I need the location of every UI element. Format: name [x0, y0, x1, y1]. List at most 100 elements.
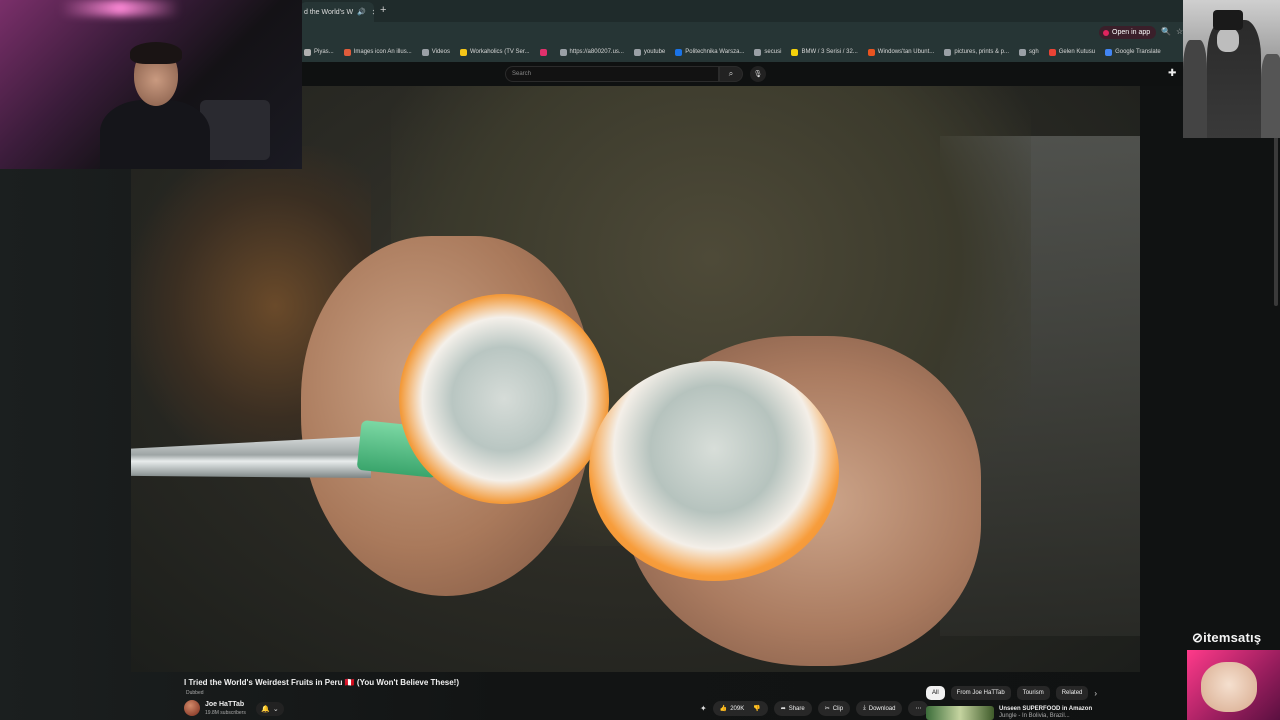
create-icon[interactable]: ✚	[1168, 68, 1176, 79]
bookmark-favicon-icon	[459, 48, 467, 56]
chevron-down-icon: ⌄	[272, 706, 279, 713]
bookmark-favicon-icon	[539, 48, 547, 56]
search-icon: ⌕	[728, 69, 734, 78]
sparkle-icon[interactable]: ✦	[700, 704, 707, 713]
bookmark-label: BMW / 3 Serisi / 32...	[801, 49, 858, 55]
bookmark-item[interactable]: secusi	[754, 48, 782, 56]
bookmark-item[interactable]: BMW / 3 Serisi / 32...	[791, 48, 858, 56]
search-input[interactable]: Search	[505, 66, 719, 82]
search-button[interactable]: ⌕	[719, 66, 743, 82]
bookmark-favicon-icon	[304, 48, 311, 56]
historical-photo-overlay	[1183, 0, 1280, 138]
chip-all[interactable]: All	[926, 686, 945, 700]
bookmark-label: pictures, prints & p...	[954, 49, 1010, 55]
photo-face	[1217, 28, 1239, 52]
related-chips: All From Joe HaTTab Tourism Related ›	[926, 686, 1097, 700]
bookmark-item[interactable]: Politechnika Warsza...	[675, 48, 745, 56]
bookmark-favicon-icon	[633, 48, 641, 56]
photo-person	[1261, 54, 1280, 138]
bookmark-favicon-icon	[421, 48, 429, 56]
bookmark-item[interactable]: Gelen Kutusu	[1048, 48, 1096, 56]
speaker-icon: 🔊	[357, 9, 366, 16]
recommended-title: Unseen SUPERFOOD in Amazon	[999, 706, 1093, 712]
bookmark-label: youtube	[643, 49, 666, 55]
subscribed-bell-button[interactable]: 🔔 ⌄	[256, 702, 284, 716]
bookmark-favicon-icon	[1048, 48, 1056, 56]
bookmark-item[interactable]: pictures, prints & p...	[944, 48, 1010, 56]
clip-label: Clip	[832, 705, 844, 712]
bookmark-label: Politechnika Warsza...	[685, 49, 745, 55]
photo-hat	[1213, 10, 1243, 30]
bookmark-item[interactable]: sgh	[1019, 48, 1039, 56]
bookmark-label: secusi	[764, 49, 782, 55]
mic-icon: 🎙	[753, 71, 763, 78]
screen: d the World's W 🔊 ✕ + Open in app 🔍 ☆ Pi…	[0, 0, 1280, 720]
bookmark-item[interactable]: https://a800207.us...	[559, 48, 624, 56]
like-button[interactable]: 👍 209K 👎	[712, 701, 768, 716]
bookmark-label: Images icon An illus...	[353, 49, 412, 55]
chip-tourism[interactable]: Tourism	[1016, 686, 1050, 700]
sponsor-logo: ⊘itemsatış	[1192, 630, 1261, 646]
bookmark-favicon-icon	[944, 48, 952, 56]
bookmark-favicon-icon	[675, 48, 683, 56]
close-tab-icon[interactable]: ✕	[372, 8, 374, 17]
cat-overlay	[1187, 650, 1280, 720]
bookmark-favicon-icon	[343, 48, 351, 56]
bookmark-item[interactable]: Images icon An illus...	[343, 48, 412, 56]
bookmark-item[interactable]: youtube	[633, 48, 666, 56]
download-icon: ⤓	[863, 705, 866, 711]
channel-avatar[interactable]	[184, 700, 200, 716]
bookmark-favicon-icon	[559, 48, 567, 56]
sponsor-logo-text: itemsatış	[1203, 630, 1262, 645]
bookmark-favicon-icon	[791, 48, 799, 56]
bell-icon: 🔔	[261, 706, 270, 713]
recommended-video[interactable]: Unseen SUPERFOOD in Amazon Jungle - In B…	[926, 706, 1092, 720]
bookmark-item[interactable]	[539, 48, 550, 56]
voice-search-button[interactable]: 🎙	[750, 66, 766, 82]
bookmark-item[interactable]: Workaholics (TV Ser...	[459, 48, 530, 56]
streamer-body	[100, 100, 210, 169]
recommended-thumbnail[interactable]	[926, 706, 994, 720]
bookmark-item[interactable]: Piyas...	[304, 48, 334, 56]
bookmark-label: Windows'tan Ubunt...	[877, 49, 935, 55]
bookmark-item[interactable]: Google Translate	[1105, 48, 1161, 56]
download-label: Download	[868, 705, 896, 712]
more-icon: ⋯	[915, 706, 922, 712]
clip-button[interactable]: ✂ Clip	[817, 701, 851, 716]
thumbs-down-icon[interactable]: 👎	[753, 705, 760, 712]
bookmark-favicon-icon	[754, 48, 762, 56]
led-light	[60, 0, 180, 16]
recommended-title-line2: Jungle - In Bolivia, Brazil...	[999, 713, 1070, 719]
webcam-overlay	[0, 0, 302, 169]
chip-from-channel[interactable]: From Joe HaTTab	[950, 686, 1011, 700]
video-player[interactable]	[131, 86, 1140, 672]
bookmark-label: Google Translate	[1115, 49, 1161, 55]
download-button[interactable]: ⤓ Download	[856, 701, 903, 716]
share-button[interactable]: ➦ Share	[773, 701, 812, 716]
bookmark-favicon-icon	[867, 48, 875, 56]
cat-face	[1201, 662, 1257, 712]
open-in-app-label: Open in app	[1112, 29, 1151, 36]
channel-name[interactable]: Joe HaTTab	[205, 701, 244, 708]
bookmark-item[interactable]: Videos	[421, 48, 450, 56]
zoom-icon[interactable]: 🔍	[1161, 27, 1171, 36]
subscriber-count: 19.8M subscribers	[205, 710, 246, 716]
bookmark-label: Gelen Kutusu	[1058, 49, 1096, 55]
chair	[200, 100, 270, 160]
like-count: 209K	[730, 705, 745, 712]
bookmarks-bar: Piyas... Images icon An illus... Videos Wor…	[300, 42, 1200, 62]
share-label: Share	[788, 705, 805, 712]
share-icon: ➦	[780, 706, 786, 712]
bookmark-label: Workaholics (TV Ser...	[469, 49, 530, 55]
video-title: I Tried the World's Weirdest Fruits in P…	[184, 678, 459, 687]
chevron-right-icon[interactable]: ›	[1094, 689, 1097, 698]
open-in-app-button[interactable]: Open in app	[1099, 26, 1157, 39]
link-icon: ⊘	[1192, 630, 1204, 645]
chip-related[interactable]: Related	[1055, 686, 1089, 700]
bookmark-item[interactable]: Windows'tan Ubunt...	[867, 48, 935, 56]
new-tab-button[interactable]: +	[380, 4, 386, 16]
thumbs-up-icon: 👍	[719, 706, 728, 712]
bookmark-label: sgh	[1029, 49, 1039, 55]
bookmark-favicon-icon	[1105, 48, 1113, 56]
browser-tab[interactable]: d the World's W 🔊 ✕	[300, 2, 374, 22]
